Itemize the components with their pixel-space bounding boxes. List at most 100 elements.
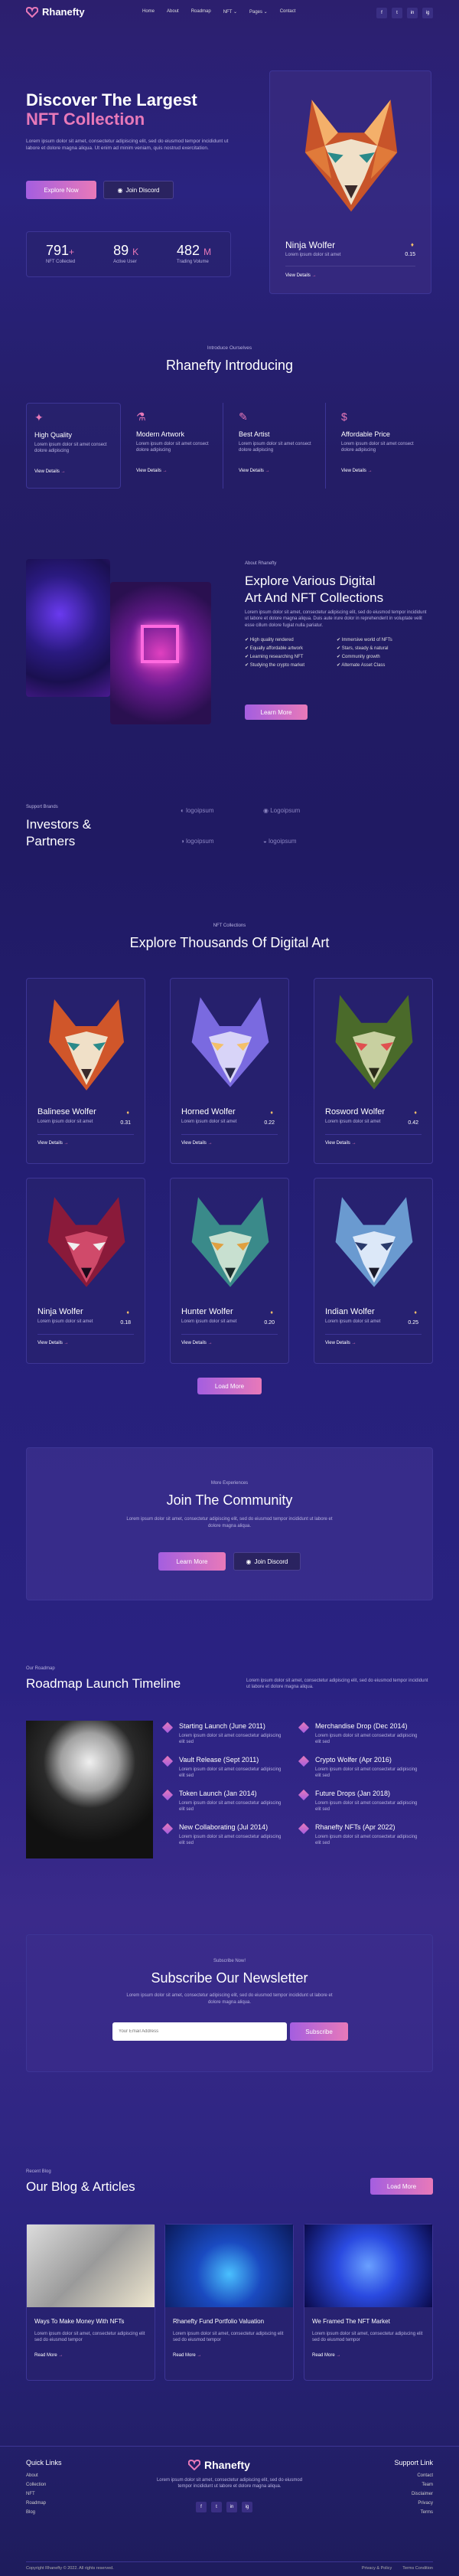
- nft-card[interactable]: Ninja Wolfer Lorem ipsum dolor sit amet …: [26, 1178, 145, 1364]
- twitter-icon[interactable]: t: [392, 8, 402, 18]
- purple-wolf-icon: [191, 997, 269, 1087]
- diamond-icon: [161, 1789, 174, 1801]
- view-details-link[interactable]: View Details →: [239, 469, 270, 473]
- nft-price: 0.25: [408, 1320, 418, 1326]
- hero-nft-card[interactable]: Ninja Wolfer Lorem ipsum dolor sit amet …: [269, 70, 431, 294]
- feature-text: Lorem ipsum dolor sit amet consect dolor…: [239, 442, 311, 453]
- footer-link[interactable]: Disclaimer: [412, 2489, 433, 2499]
- brands-section: Support Brands Investors & Partners ◐ lo…: [0, 796, 459, 873]
- community-join-discord-button[interactable]: ◉ Join Discord: [233, 1552, 301, 1571]
- footer-link[interactable]: Contact: [412, 2471, 433, 2480]
- nft-card[interactable]: Rosword Wolfer Lorem ipsum dolor sit ame…: [314, 978, 433, 1164]
- nft-card[interactable]: Horned Wolfer Lorem ipsum dolor sit amet…: [170, 978, 289, 1164]
- footer-link[interactable]: Blog: [26, 2508, 46, 2517]
- arrow-right-icon: →: [207, 1141, 213, 1146]
- blog-card[interactable]: We Framed The NFT Market Lorem ipsum dol…: [304, 2224, 433, 2381]
- blog-load-more-button[interactable]: Load More: [370, 2178, 433, 2195]
- blog-post-title: Rhanefty Fund Portfolio Valuation: [173, 2318, 265, 2325]
- roadmap-item-title: Crypto Wolfer (Apr 2016): [315, 1756, 392, 1764]
- chevron-down-icon: ⌄: [263, 10, 268, 15]
- view-details-link[interactable]: View Details →: [37, 1341, 69, 1345]
- nav-nft[interactable]: NFT ⌄: [223, 9, 237, 15]
- feature-card-artwork[interactable]: ⚗ Modern Artwork Lorem ipsum dolor sit a…: [129, 403, 223, 489]
- footer-logo[interactable]: Rhanefty: [188, 2459, 250, 2471]
- view-details-link[interactable]: View Details →: [34, 469, 66, 474]
- roadmap-item: Starting Launch (June 2011) Lorem ipsum d…: [161, 1721, 286, 1746]
- email-input[interactable]: [112, 2022, 287, 2041]
- feature-card-artist[interactable]: ✎ Best Artist Lorem ipsum dolor sit amet…: [231, 403, 326, 489]
- footer-link[interactable]: Collection: [26, 2480, 46, 2489]
- red-wolf-icon: [47, 1197, 125, 1287]
- footer-support-links: Contact Team Disclaimer Privacy Terms: [412, 2471, 433, 2517]
- read-more-link[interactable]: Read More →: [173, 2353, 285, 2358]
- blog-card[interactable]: Rhanefty Fund Portfolio Valuation Lorem …: [164, 2224, 294, 2381]
- footer-link[interactable]: Privacy: [412, 2499, 433, 2508]
- about-learn-more-button[interactable]: Learn More: [245, 704, 308, 720]
- nft-title: Hunter Wolfer: [181, 1307, 233, 1316]
- about-list-item: ✔ High quality rendered: [245, 637, 337, 642]
- nft-card[interactable]: Indian Wolfer Lorem ipsum dolor sit amet…: [314, 1178, 433, 1364]
- view-details-link[interactable]: View Details →: [341, 469, 373, 473]
- footer-link[interactable]: About: [26, 2471, 46, 2480]
- footer-link[interactable]: NFT: [26, 2489, 46, 2499]
- linkedin-icon[interactable]: in: [226, 2502, 237, 2512]
- view-details-link[interactable]: View Details →: [181, 1141, 213, 1146]
- view-details-label: View Details: [285, 273, 311, 278]
- view-details-link[interactable]: View Details →: [285, 273, 317, 278]
- nft-sub: Lorem ipsum dolor sit amet: [37, 1120, 93, 1124]
- nav-social: f t in ig: [376, 8, 433, 18]
- footer-link[interactable]: Team: [412, 2480, 433, 2489]
- nav-roadmap[interactable]: Roadmap: [191, 9, 211, 15]
- hero-title: Discover The Largest NFT Collection: [26, 90, 197, 129]
- feature-title: Best Artist: [239, 430, 270, 438]
- blog-post-text: Lorem ipsum dolor sit amet, consectetur …: [34, 2332, 145, 2343]
- facebook-icon[interactable]: f: [376, 8, 387, 18]
- footer-link[interactable]: Roadmap: [26, 2499, 46, 2508]
- about-list-item: ✔ Equally affordable artwork: [245, 646, 337, 651]
- community-learn-more-button[interactable]: Learn More: [158, 1552, 226, 1571]
- view-details-link[interactable]: View Details →: [181, 1341, 213, 1345]
- divider: [325, 1334, 422, 1335]
- brand-logo[interactable]: Rhanefty: [26, 6, 85, 18]
- hero-section: Discover The Largest NFT Collection Lore…: [0, 26, 459, 309]
- roadmap-item-title: Future Drops (Jan 2018): [315, 1790, 391, 1797]
- privacy-link[interactable]: Privacy & Policy: [362, 2566, 392, 2571]
- eth-icon: ♦: [126, 1110, 129, 1116]
- nav-pages[interactable]: Pages ⌄: [249, 9, 268, 15]
- feature-card-quality[interactable]: ✦ High Quality Lorem ipsum dolor sit ame…: [26, 403, 121, 489]
- view-details-link[interactable]: View Details →: [37, 1141, 69, 1146]
- subscribe-button[interactable]: Subscribe: [290, 2022, 348, 2041]
- instagram-icon[interactable]: ig: [242, 2502, 252, 2512]
- arrow-right-icon: →: [207, 1341, 213, 1345]
- view-details-link[interactable]: View Details →: [136, 469, 168, 473]
- nav-contact[interactable]: Contact: [280, 9, 296, 15]
- twitter-icon[interactable]: t: [211, 2502, 222, 2512]
- arrow-right-icon: →: [336, 2352, 341, 2358]
- explore-now-button[interactable]: Explore Now: [26, 181, 96, 199]
- footer-link[interactable]: Terms: [412, 2508, 433, 2517]
- nav-about[interactable]: About: [167, 9, 179, 15]
- nft-card[interactable]: Balinese Wolfer Lorem ipsum dolor sit am…: [26, 978, 145, 1164]
- view-details-link[interactable]: View Details →: [325, 1341, 356, 1345]
- read-more-link[interactable]: Read More →: [312, 2353, 425, 2358]
- blog-card[interactable]: Ways To Make Money With NFTs Lorem ipsum…: [26, 2224, 155, 2381]
- facebook-icon[interactable]: f: [196, 2502, 207, 2512]
- nft-title: Rosword Wolfer: [325, 1107, 386, 1116]
- about-image-1: [26, 559, 110, 697]
- arrow-right-icon: →: [351, 1141, 356, 1146]
- join-discord-button[interactable]: ◉ Join Discord: [103, 181, 174, 199]
- nft-price: 0.42: [408, 1120, 418, 1126]
- community-section: More Experiences Join The Community Lore…: [26, 1447, 433, 1600]
- linkedin-icon[interactable]: in: [407, 8, 418, 18]
- view-details-link[interactable]: View Details →: [325, 1141, 356, 1146]
- top-navbar: Rhanefty Home About Roadmap NFT ⌄ Pages …: [0, 0, 459, 26]
- terms-link[interactable]: Terms Condition: [402, 2566, 433, 2571]
- read-more-link[interactable]: Read More →: [34, 2353, 147, 2358]
- load-more-button[interactable]: Load More: [197, 1378, 262, 1394]
- nav-home[interactable]: Home: [142, 9, 155, 15]
- link-label: View Details: [136, 469, 161, 473]
- eth-icon: ♦: [414, 1310, 417, 1316]
- nft-card[interactable]: Hunter Wolfer Lorem ipsum dolor sit amet…: [170, 1178, 289, 1364]
- feature-card-price[interactable]: $ Affordable Price Lorem ipsum dolor sit…: [334, 403, 428, 489]
- instagram-icon[interactable]: ig: [422, 8, 433, 18]
